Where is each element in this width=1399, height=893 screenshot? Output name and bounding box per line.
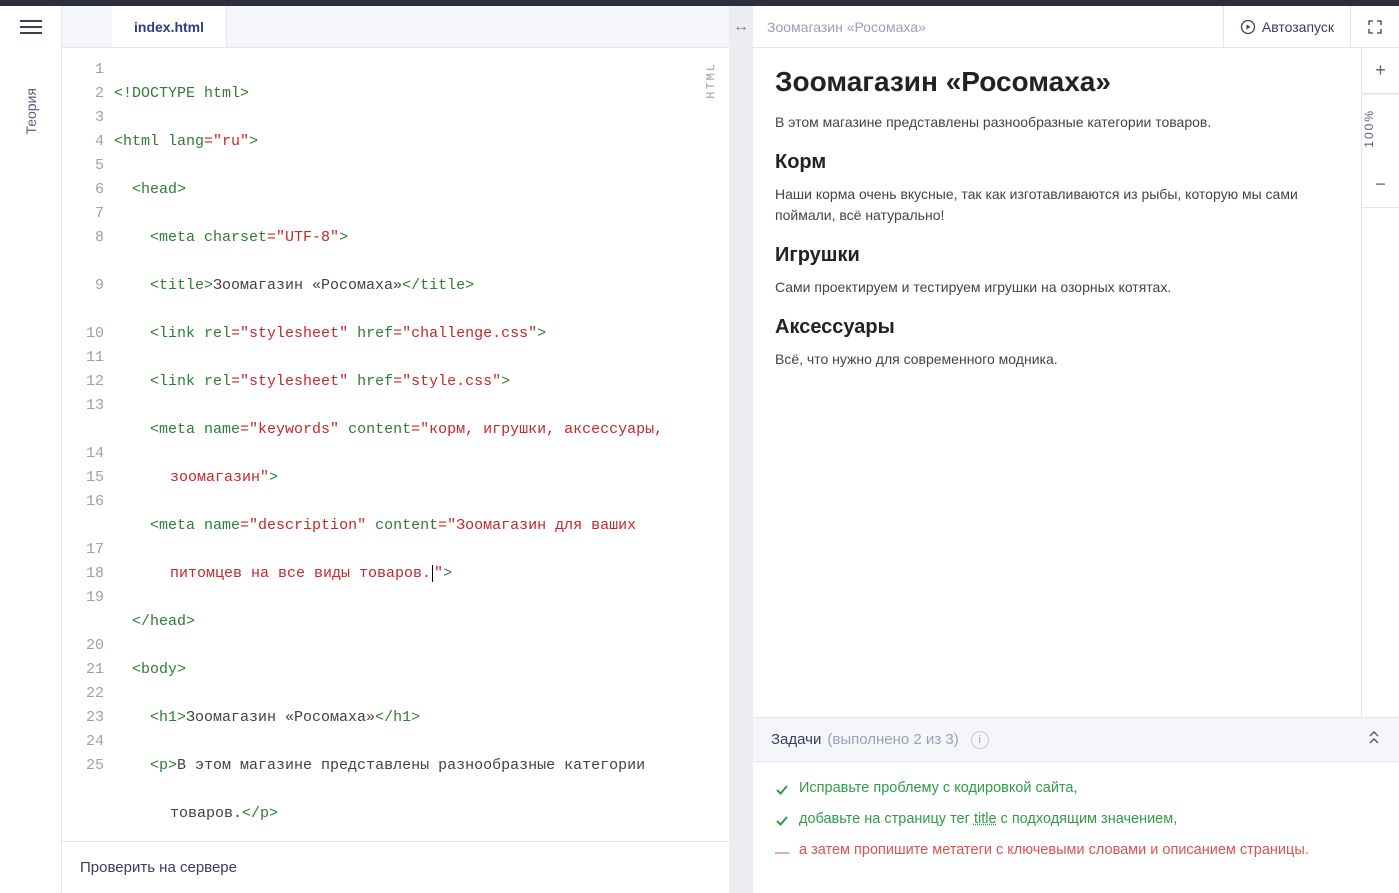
line-gutter: 1234567891011121314151617181920212223242… <box>62 48 112 841</box>
tasks-panel: Задачи (выполнено 2 из 3) i Исправьте пр… <box>753 717 1399 893</box>
autorun-button[interactable]: Автозапуск <box>1223 6 1350 47</box>
collapse-icon[interactable] <box>1367 731 1381 749</box>
left-rail: Теория <box>0 6 62 893</box>
check-icon <box>775 783 789 797</box>
editor-column: index.html HTML 123456789101112131415161… <box>62 6 729 893</box>
code-content[interactable]: <!DOCTYPE html> <html lang="ru"> <head> … <box>112 48 729 841</box>
code-editor[interactable]: HTML 12345678910111213141516171819202122… <box>62 48 729 841</box>
editor-footer: Проверить на сервере <box>62 841 729 893</box>
tasks-title: Задачи <box>771 731 821 748</box>
tasks-header[interactable]: Задачи (выполнено 2 из 3) i <box>753 718 1399 762</box>
check-server-button[interactable]: Проверить на сервере <box>80 859 237 876</box>
pane-divider[interactable]: ↔ <box>729 6 753 893</box>
preview-column: Зоомагазин «Росомаха» Автозапуск Зоомага… <box>753 6 1399 893</box>
language-label: HTML <box>702 62 721 99</box>
preview-header: Зоомагазин «Росомаха» Автозапуск <box>753 6 1399 48</box>
zoom-rail: + 100% − <box>1361 48 1399 717</box>
preview-h2-1: Корм <box>775 151 1339 174</box>
zoom-percent: 100% <box>1362 94 1399 162</box>
preview-p4: Всё, что нужно для современного модника. <box>775 349 1339 370</box>
preview-h1: Зоомагазин «Росомаха» <box>775 66 1339 98</box>
main-layout: Теория index.html HTML 12345678910111213… <box>0 6 1399 893</box>
preview-p1: В этом магазине представлены разнообразн… <box>775 112 1339 133</box>
zoom-out-button[interactable]: − <box>1362 162 1399 208</box>
check-icon <box>775 814 789 828</box>
tasks-progress: (выполнено 2 из 3) <box>827 731 958 748</box>
fullscreen-button[interactable] <box>1350 6 1399 47</box>
preview-p3: Сами проектируем и тестируем игрушки на … <box>775 277 1339 298</box>
dash-icon: — <box>775 845 789 861</box>
menu-icon[interactable] <box>20 16 42 38</box>
text-cursor <box>432 565 433 582</box>
tabs-row: index.html <box>62 6 729 48</box>
theory-tab-label[interactable]: Теория <box>23 88 39 135</box>
zoom-in-button[interactable]: + <box>1362 48 1399 94</box>
preview-title-bar: Зоомагазин «Росомаха» <box>753 19 1223 35</box>
play-circle-icon <box>1240 19 1256 35</box>
preview-h2-2: Игрушки <box>775 244 1339 267</box>
task-item-3: — а затем пропишите метатеги с ключевыми… <box>775 842 1377 861</box>
file-tab[interactable]: index.html <box>112 6 227 47</box>
preview-p2: Наши корма очень вкусные, так как изгота… <box>775 184 1339 226</box>
expand-icon <box>1367 19 1383 35</box>
tasks-list: Исправьте проблему с кодировкой сайта, д… <box>753 762 1399 893</box>
preview-h2-3: Аксессуары <box>775 316 1339 339</box>
resize-icon: ↔ <box>733 18 749 36</box>
preview-content: Зоомагазин «Росомаха» В этом магазине пр… <box>753 48 1361 717</box>
info-icon[interactable]: i <box>971 731 989 749</box>
preview-body: Зоомагазин «Росомаха» В этом магазине пр… <box>753 48 1399 717</box>
task-item-2: добавьте на страницу тег title с подходя… <box>775 811 1377 828</box>
task-item-1: Исправьте проблему с кодировкой сайта, <box>775 780 1377 797</box>
autorun-label: Автозапуск <box>1262 19 1334 35</box>
